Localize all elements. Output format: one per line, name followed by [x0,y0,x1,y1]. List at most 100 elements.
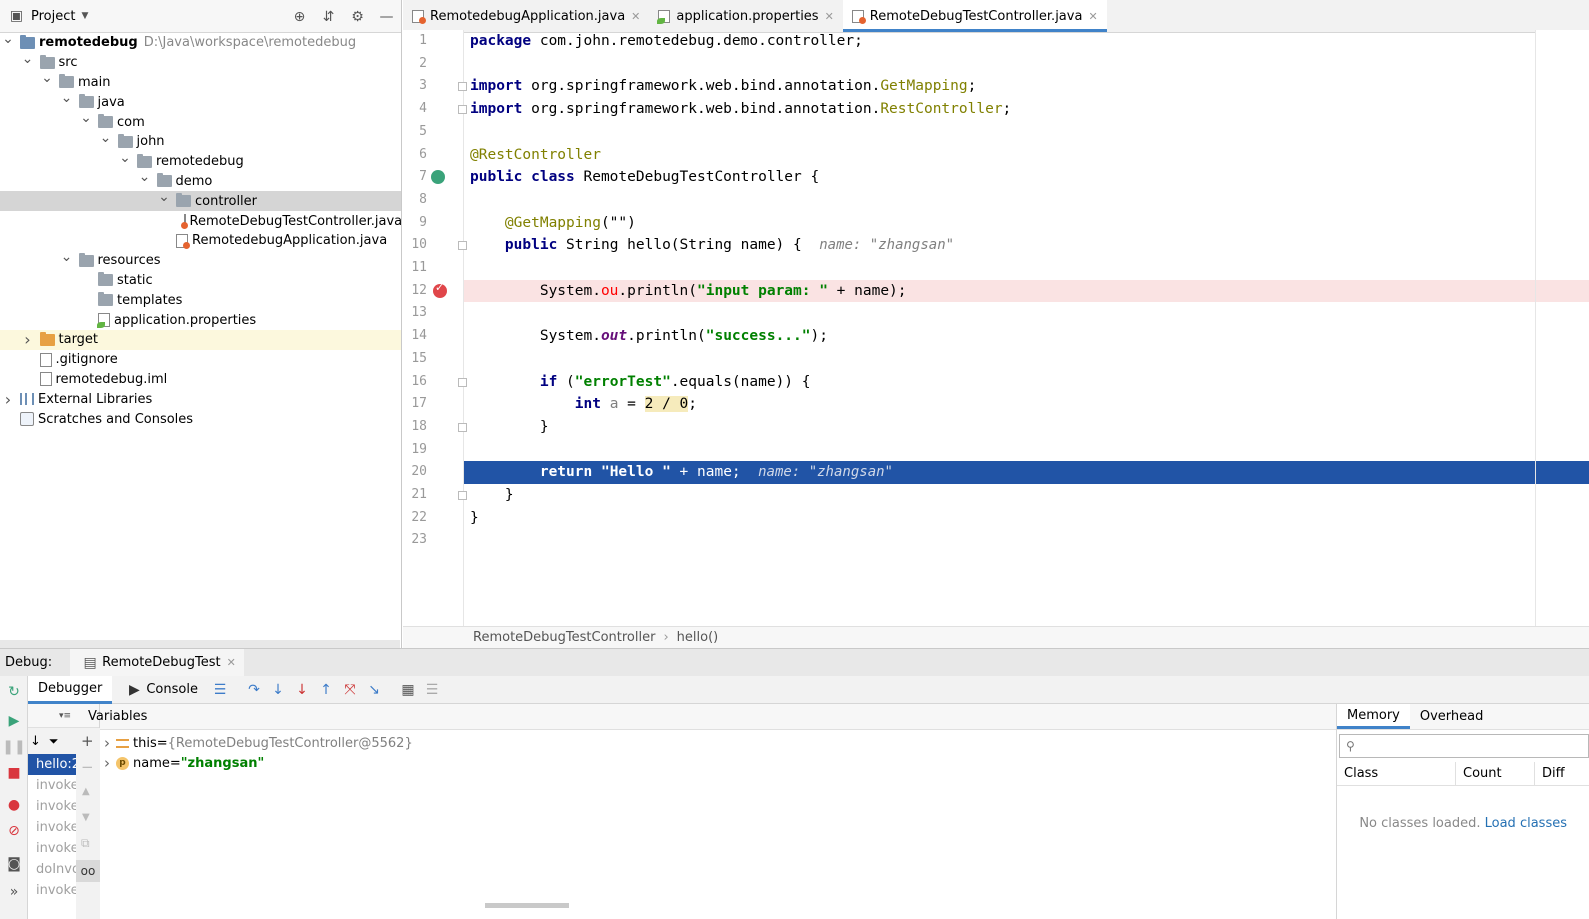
add-watch-icon[interactable]: + [81,732,94,750]
code-line[interactable] [464,121,1535,144]
chevron-right-icon[interactable]: › [22,330,34,349]
chevron-down-icon[interactable]: ⌄ [80,110,92,126]
stack-frame[interactable]: doInvoke [28,859,76,880]
horizontal-scrollbar[interactable] [485,903,569,908]
tree-item[interactable]: Scratches and Consoles [0,409,401,429]
variable-row[interactable]: › this = {RemoteDebugTestController@5562} [100,733,1336,753]
code-line[interactable]: package com.john.remotedebug.demo.contro… [464,30,1535,53]
stop-icon[interactable]: ■ [6,765,22,781]
code-line[interactable]: int a = 2 / 0; [464,393,1535,416]
gear-icon[interactable]: ⚙ [349,8,366,25]
project-scrollbar[interactable] [0,640,400,648]
collapse-all-icon[interactable]: ⇵ [320,8,337,25]
chevron-down-icon[interactable]: ⌄ [2,31,14,47]
code-line[interactable] [464,439,1535,462]
tab-overhead[interactable]: Overhead [1410,704,1494,729]
trace-icon[interactable]: ☰ [424,682,440,698]
breakpoint-icon[interactable] [433,281,447,298]
code-line[interactable]: } [464,416,1535,439]
load-classes-link[interactable]: Load classes [1485,816,1567,831]
variable-row[interactable]: › p name = "zhangsan" [100,753,1336,773]
stack-frame[interactable]: invoke:62 [28,796,76,817]
breadcrumb-method[interactable]: hello() [677,630,719,645]
editor-tab[interactable]: application.properties ✕ [649,0,842,32]
chevron-down-icon[interactable]: ▼ [81,11,88,21]
chevron-down-icon[interactable]: ⌄ [22,51,34,67]
code-line[interactable]: System.out.println("success..."); [464,325,1535,348]
memory-search-input[interactable] [1354,739,1588,753]
tree-item[interactable]: › External Libraries [0,389,401,409]
step-over-icon[interactable]: ↷ [246,682,262,698]
view-breakpoints-icon[interactable]: ● [6,797,22,813]
code-line[interactable]: if ("errorTest".equals(name)) { [464,371,1535,394]
tab-console[interactable]: ▶ Console [112,676,208,704]
stack-frame[interactable]: invoke:43 [28,817,76,838]
column-diff[interactable]: Diff [1535,762,1587,786]
tree-item[interactable]: application.properties [0,310,401,330]
tree-item[interactable]: ⌄ john [0,130,401,152]
filter-icon[interactable]: ⏷ [49,734,59,749]
code-line[interactable]: import org.springframework.web.bind.anno… [464,75,1535,98]
chevron-down-icon[interactable]: ⌄ [100,130,112,146]
resume-icon[interactable]: ▶ [6,713,22,729]
code-line[interactable]: @RestController [464,144,1535,167]
chevron-down-icon[interactable]: ⌄ [139,169,151,185]
tree-item[interactable]: ⌄ remotedebug D:\Java\workspace\remotedebu… [0,31,401,53]
debug-session-tab[interactable]: ▤ RemoteDebugTest ✕ [70,648,244,677]
tree-item[interactable]: static [0,271,401,291]
tree-item[interactable]: ⌄ controller [0,189,401,212]
code-line[interactable]: public class RemoteDebugTestController { [464,166,1535,189]
step-out-icon[interactable]: ↑ [318,682,334,698]
remove-watch-icon[interactable]: − [81,758,94,776]
chevron-down-icon[interactable]: ⌄ [158,189,170,205]
chevron-down-icon[interactable]: ⌄ [41,70,53,86]
glasses-icon[interactable]: oo [76,860,100,882]
pause-icon[interactable]: ❚❚ [2,739,25,755]
code-line[interactable] [464,302,1535,325]
tree-item[interactable]: ⌄ resources [0,249,401,271]
close-icon[interactable]: ✕ [825,10,834,23]
tree-item[interactable]: ⌄ java [0,90,401,112]
evaluate-icon[interactable]: ▦ [400,682,416,698]
code-line[interactable] [464,189,1535,212]
stack-frame[interactable]: hello:20 [28,754,76,775]
minimize-icon[interactable]: — [378,8,395,25]
more-icon[interactable]: » [6,884,22,900]
move-down-icon[interactable]: ▼ [82,812,90,823]
stack-frame[interactable]: invoke:498 [28,838,76,859]
locate-icon[interactable]: ⊕ [291,8,308,25]
stack-frame[interactable]: invoke [28,880,76,901]
chevron-down-icon[interactable]: ⌄ [119,150,131,166]
chevron-right-icon[interactable]: › [104,734,110,752]
code-line[interactable]: public String hello(String name) { name:… [464,234,1535,257]
chevron-right-icon[interactable]: › [104,754,110,772]
code-line[interactable]: @GetMapping("") [464,212,1535,235]
chevron-down-icon[interactable]: ⌄ [61,249,73,265]
code-line[interactable]: } [464,507,1535,530]
code-line[interactable]: } [464,484,1535,507]
tree-item[interactable]: .gitignore [0,350,401,370]
stack-frame[interactable]: invoke0 [28,775,76,796]
arrow-down-icon[interactable]: ↓ [30,734,41,749]
tab-debugger[interactable]: Debugger [28,675,113,704]
menu-icon[interactable]: ☰ [212,682,228,698]
spring-bean-icon[interactable] [431,170,445,185]
chevron-right-icon[interactable]: › [2,390,14,409]
code-line[interactable] [464,529,1535,552]
column-class[interactable]: Class [1337,761,1456,786]
code-line[interactable]: import org.springframework.web.bind.anno… [464,98,1535,121]
rerun-icon[interactable]: ↻ [6,684,22,700]
editor-tab[interactable]: RemotedebugApplication.java ✕ [403,0,649,32]
project-title[interactable]: Project [31,9,75,24]
tree-item[interactable]: ⌄ remotedebug [0,150,401,172]
close-icon[interactable]: ✕ [631,10,640,23]
drop-frame-icon[interactable]: ⤧ [342,682,358,698]
editor-gutter[interactable]: 1234567891011121314151617181920212223 [403,30,467,626]
code-line[interactable]: return "Hello " + name; name: "zhangsan" [464,461,1535,484]
tree-item[interactable]: templates [0,290,401,310]
code-line[interactable] [464,53,1535,76]
code-editor[interactable]: package com.john.remotedebug.demo.contro… [464,30,1536,626]
column-count[interactable]: Count [1456,761,1535,786]
close-icon[interactable]: ✕ [227,656,236,669]
tab-memory[interactable]: Memory [1337,704,1410,729]
